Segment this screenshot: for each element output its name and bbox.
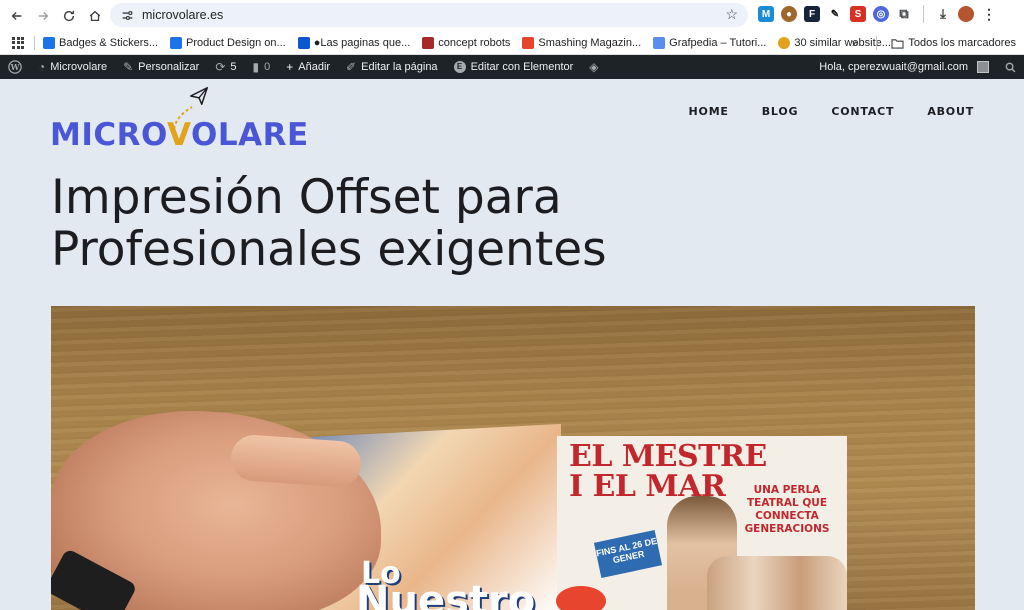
wordpress-logo-icon[interactable]: W <box>0 55 30 79</box>
all-bookmarks-folder[interactable]: Todos los marcadores <box>891 37 1016 49</box>
bookmark-favicon-icon <box>653 36 666 49</box>
bookmark-item[interactable]: Product Design on... <box>170 36 286 49</box>
address-bar[interactable]: microvolare.es ☆ <box>110 3 748 27</box>
svg-text:W: W <box>10 63 20 72</box>
elementor-icon: E <box>453 61 466 73</box>
bookmark-item[interactable]: ●Las paginas que... <box>297 36 410 49</box>
wp-edit-page-link[interactable]: ✐ Editar la página <box>338 55 446 79</box>
bookmarks-overflow-icon[interactable]: » <box>852 36 859 50</box>
forward-icon[interactable] <box>30 3 56 29</box>
poster-date-badge: FINS AL 26 DE GENER <box>593 529 663 579</box>
browser-toolbar: microvolare.es ☆ M ● F ✎ S ◎ ⧉ ⤓ ⋮ <box>0 0 1024 31</box>
bookmark-favicon-icon <box>43 36 55 49</box>
extension-icon[interactable]: M <box>758 6 774 22</box>
cookie-extension-icon[interactable]: ● <box>781 6 797 22</box>
red-object <box>556 586 606 610</box>
bookmark-item[interactable]: Smashing Magazin... <box>522 36 641 49</box>
bookmarks-divider <box>34 35 35 50</box>
bookmarks-right: » Todos los marcadores <box>852 36 1016 50</box>
nav-link-about[interactable]: ABOUT <box>927 105 974 118</box>
nav-link-blog[interactable]: BLOG <box>762 105 799 118</box>
bookmark-favicon-icon <box>778 36 791 49</box>
extension-icon[interactable]: S <box>850 6 866 22</box>
bookmark-star-icon[interactable]: ☆ <box>725 6 738 23</box>
home-icon[interactable] <box>82 3 108 29</box>
plus-icon: + <box>286 60 294 74</box>
featured-image: EL MESTRE I EL MAR UNA PERLA TEATRAL QUE… <box>51 306 975 610</box>
page-title: Impresión Offset para Profesionales exig… <box>51 170 607 277</box>
wp-admin-bar: W ◔ Microvolare ✎ Personalizar ⟳ 5 ▮ 0 +… <box>0 55 1024 79</box>
wp-edit-elementor-link[interactable]: E Editar con Elementor <box>446 55 582 79</box>
updates-icon: ⟳ <box>215 60 226 74</box>
toolbar-divider <box>923 5 924 23</box>
magazine-headline-2: Nuestro <box>356 578 536 610</box>
extension-icon[interactable]: ◎ <box>873 6 889 22</box>
extensions-puzzle-icon[interactable]: ⧉ <box>896 6 912 22</box>
poster-tagline: UNA PERLA TEATRAL QUE CONNECTA GENERACIO… <box>744 484 830 535</box>
avatar <box>977 61 989 73</box>
menu-kebab-icon[interactable]: ⋮ <box>981 6 997 22</box>
download-icon[interactable]: ⤓ <box>935 6 951 22</box>
diamond-icon[interactable]: ◈ <box>581 55 606 79</box>
wp-account-link[interactable]: Hola, cperezwuait@gmail.com <box>811 55 997 79</box>
bookmark-favicon-icon <box>297 36 310 49</box>
folder-icon <box>891 38 904 49</box>
wp-customize-link[interactable]: ✎ Personalizar <box>115 55 207 79</box>
paintbrush-icon: ✎ <box>123 60 134 74</box>
comment-icon: ▮ <box>252 60 260 74</box>
bookmarks-divider <box>876 36 878 50</box>
apps-grid-icon[interactable] <box>12 36 24 49</box>
extension-icon[interactable]: F <box>804 6 820 22</box>
wp-comments-link[interactable]: ▮ 0 <box>245 55 279 79</box>
magazine-right-page: EL MESTRE I EL MAR UNA PERLA TEATRAL QUE… <box>557 436 847 610</box>
avatar[interactable] <box>958 6 974 22</box>
poster-group-figures <box>707 556 847 610</box>
back-icon[interactable] <box>4 3 30 29</box>
eyedropper-icon[interactable]: ✎ <box>827 6 843 22</box>
wp-site-name-link[interactable]: ◔ Microvolare <box>30 55 115 79</box>
site-info-icon[interactable] <box>116 9 138 22</box>
wp-updates-link[interactable]: ⟳ 5 <box>207 55 244 79</box>
bookmark-item[interactable]: concept robots <box>422 36 510 49</box>
bookmark-item[interactable]: Grafpedia – Tutori... <box>653 36 766 49</box>
main-navigation: HOME BLOG CONTACT ABOUT <box>689 105 974 118</box>
bookmark-item[interactable]: Badges & Stickers... <box>43 36 158 49</box>
site-header: MICROVOLARE HOME BLOG CONTACT ABOUT <box>0 79 1024 159</box>
url-text: microvolare.es <box>142 8 224 22</box>
extensions-area: M ● F ✎ S ◎ ⧉ ⤓ ⋮ <box>758 5 997 23</box>
nav-link-home[interactable]: HOME <box>689 105 729 118</box>
logo-wordmark: MICROVOLARE <box>50 117 309 153</box>
wp-add-new-link[interactable]: + Añadir <box>278 55 338 79</box>
bookmark-favicon-icon <box>170 36 183 49</box>
bookmark-favicon-icon <box>422 36 435 49</box>
thumb-shape <box>229 433 363 489</box>
nav-link-contact[interactable]: CONTACT <box>831 105 894 118</box>
wp-account-area: Hola, cperezwuait@gmail.com <box>811 55 1024 79</box>
bookmarks-bar: Badges & Stickers... Product Design on..… <box>0 31 1024 55</box>
search-icon[interactable] <box>997 55 1024 79</box>
dashboard-icon: ◔ <box>38 60 46 74</box>
site-logo[interactable]: MICROVOLARE <box>50 87 315 153</box>
pencil-icon: ✐ <box>346 60 357 74</box>
bookmark-favicon-icon <box>522 36 535 49</box>
reload-icon[interactable] <box>56 3 82 29</box>
